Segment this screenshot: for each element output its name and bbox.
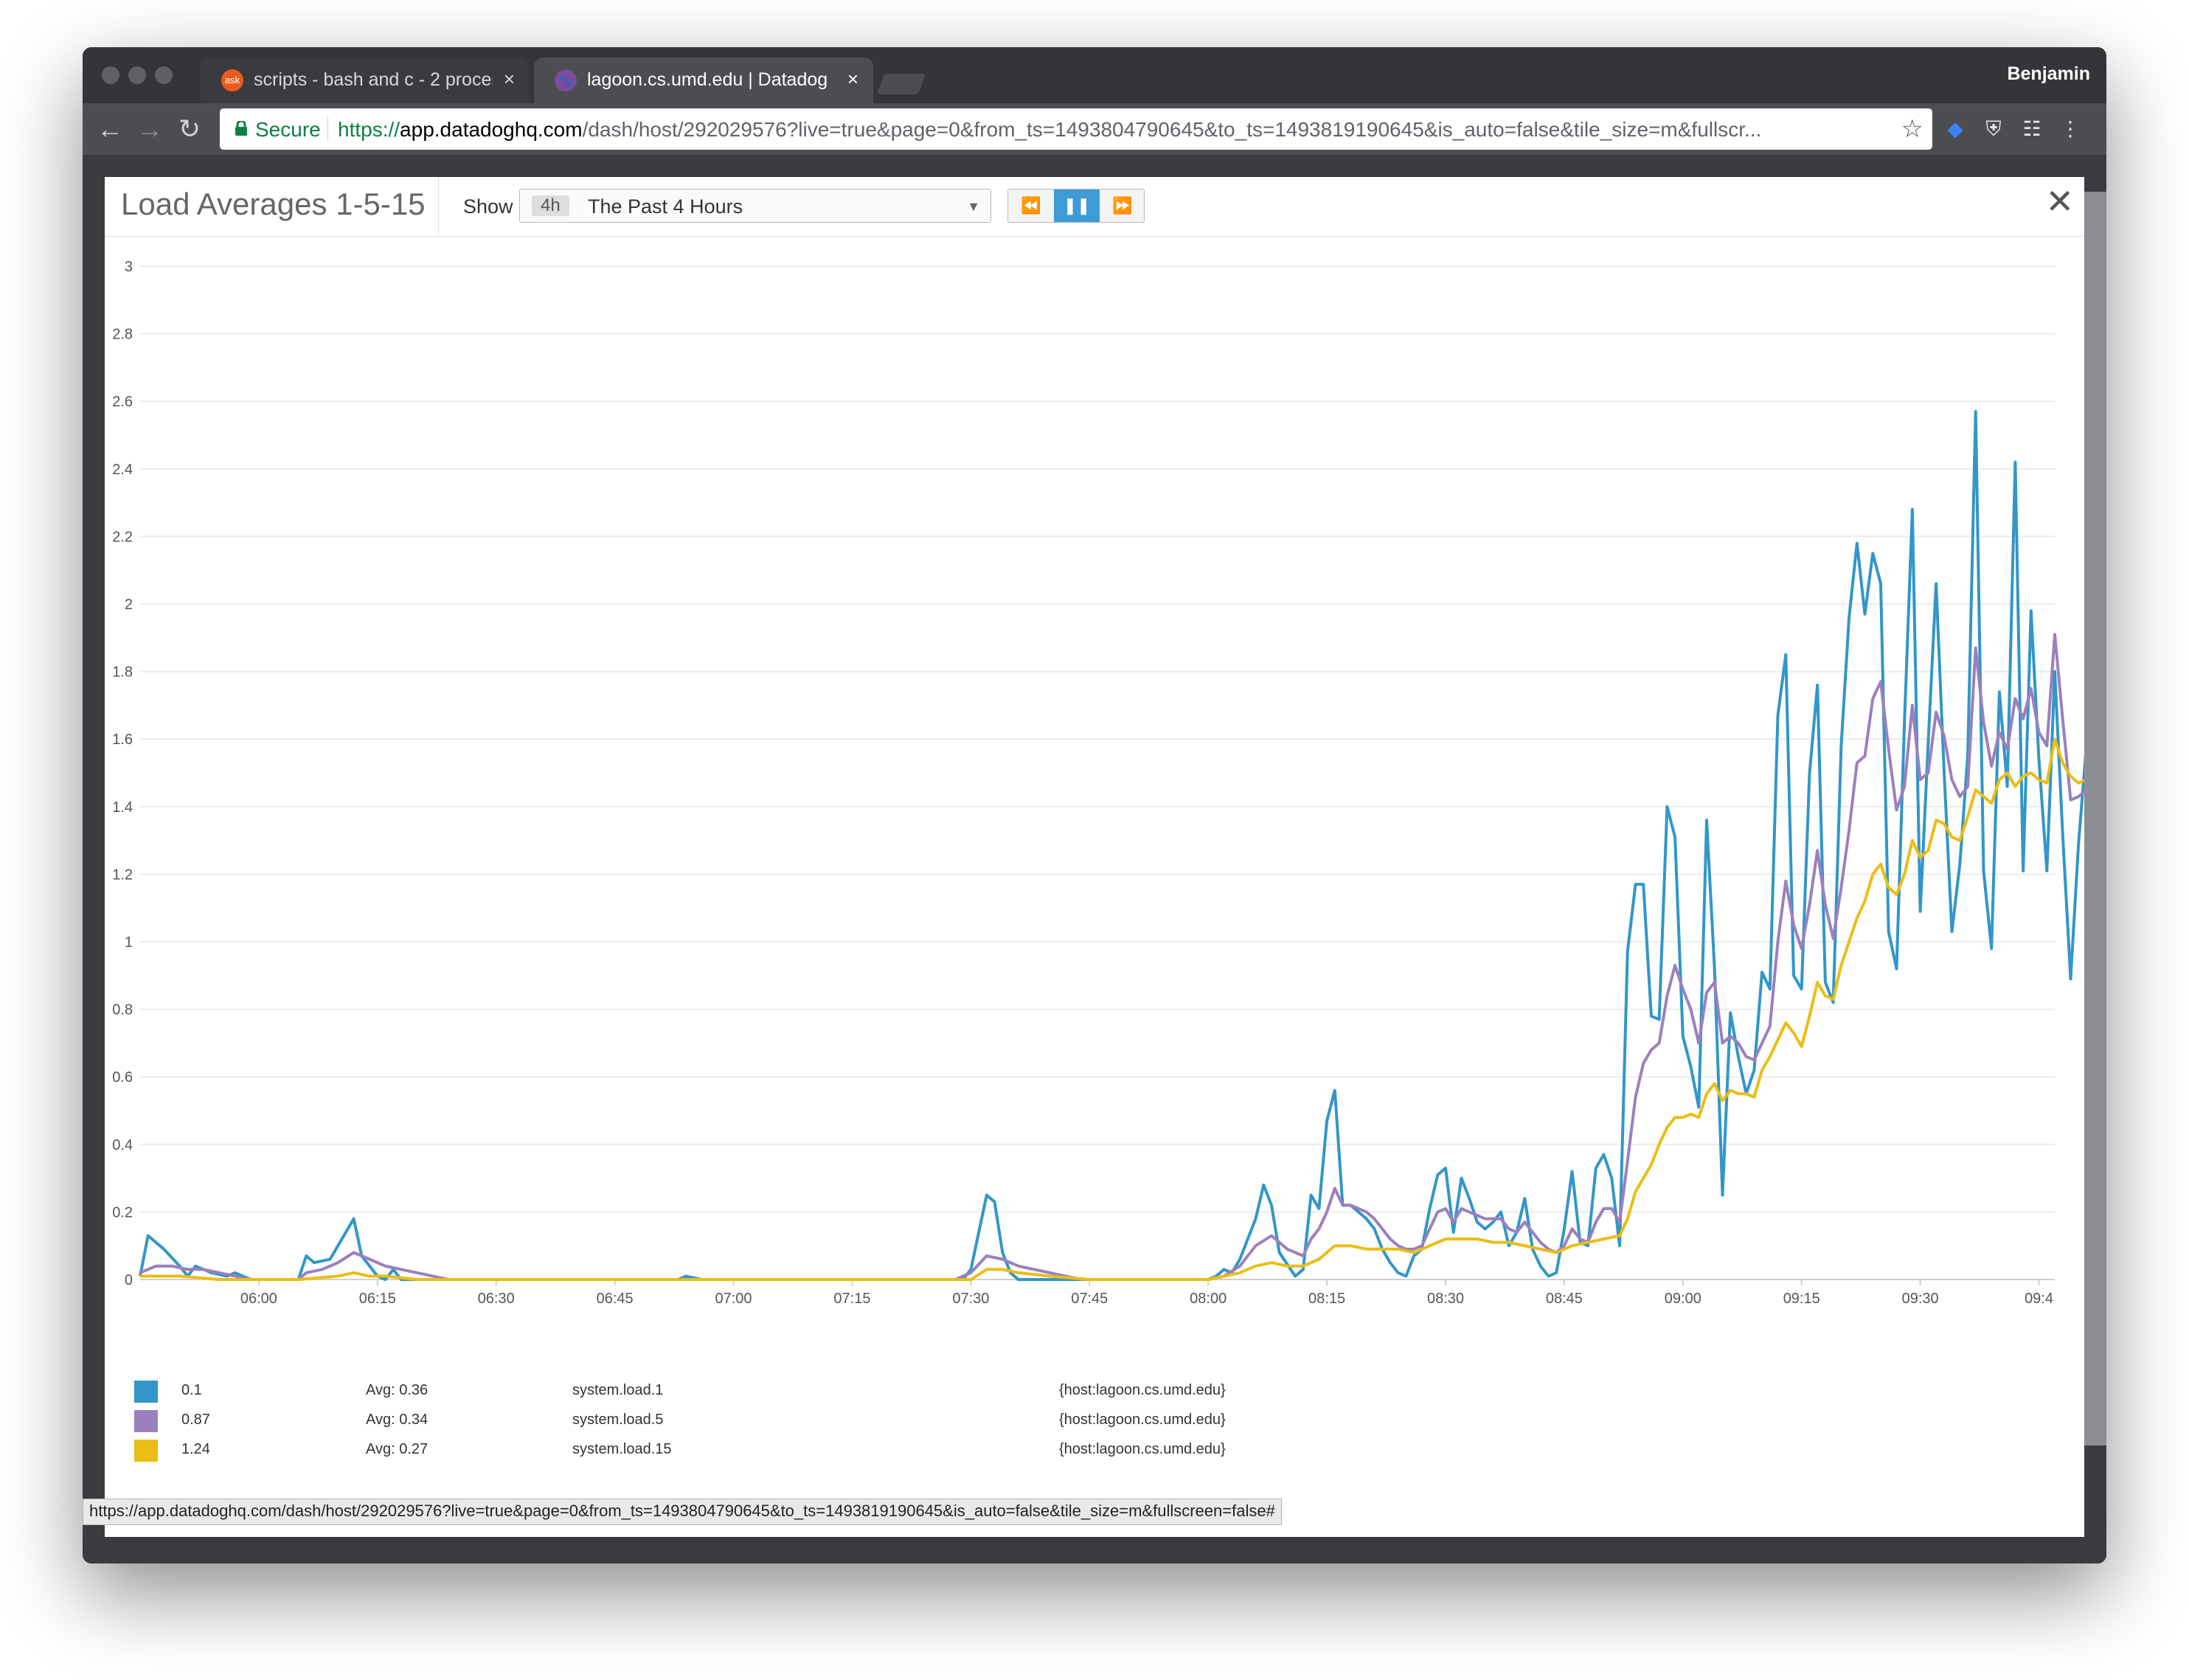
x-tick-label: 06:00 xyxy=(240,1291,277,1307)
shield-extension-icon[interactable]: ⛨ xyxy=(1982,117,2005,142)
rewind-icon[interactable]: ⏪ xyxy=(1008,190,1054,222)
legend-row[interactable]: 0.1 Avg: 0.36 system.load.1 {host:lagoon… xyxy=(105,1375,2084,1404)
y-tick-label: 0.4 xyxy=(112,1137,133,1153)
zoom-window-button[interactable] xyxy=(155,66,173,84)
back-arrow-icon[interactable]: ← xyxy=(91,111,128,147)
x-tick-label: 08:30 xyxy=(1427,1291,1464,1307)
chevron-down-icon: ▼ xyxy=(967,199,980,214)
x-tick-label: 07:30 xyxy=(952,1291,989,1307)
minimize-window-button[interactable] xyxy=(128,66,146,84)
omnibox-divider xyxy=(327,117,328,141)
y-tick-label: 3 xyxy=(125,259,133,275)
y-tick-label: 2.6 xyxy=(112,394,133,410)
x-tick-label: 09:4 xyxy=(2025,1291,2053,1307)
browser-window: ask scripts - bash and c - 2 processes ×… xyxy=(83,47,2106,1563)
x-tick-label: 07:00 xyxy=(715,1291,752,1307)
extension-blue-icon[interactable]: ◆ xyxy=(1944,117,1966,142)
secure-label: Secure xyxy=(255,118,321,141)
legend-scope: {host:lagoon.cs.umd.edu} xyxy=(1059,1412,1226,1428)
y-tick-label: 2.8 xyxy=(112,327,133,343)
y-tick-label: 0.6 xyxy=(112,1069,133,1086)
menu-kebab-icon[interactable]: ⋮ xyxy=(2059,117,2081,142)
browser-toolbar: ← → ↻ Secure https://app.datadoghq.com/d… xyxy=(83,103,2106,155)
bookmark-star-icon[interactable]: ☆ xyxy=(1901,114,1923,144)
url-text[interactable]: https://app.datadoghq.com/dash/host/2920… xyxy=(338,118,1864,142)
series-color-swatch xyxy=(134,1381,158,1403)
x-tick-label: 07:15 xyxy=(833,1291,870,1307)
legend-metric: system.load.5 xyxy=(572,1412,664,1428)
x-tick-label: 08:00 xyxy=(1190,1291,1227,1307)
tab-title: scripts - bash and c - 2 processes xyxy=(254,69,493,90)
tab-scripts[interactable]: ask scripts - bash and c - 2 processes × xyxy=(201,58,530,103)
ask-favicon-icon: ask xyxy=(221,69,243,91)
legend-average: Avg: 0.34 xyxy=(366,1412,429,1428)
y-tick-label: 0.2 xyxy=(112,1204,133,1221)
timeframe-select[interactable]: 4h The Past 4 Hours ▼ xyxy=(519,189,991,223)
x-tick-label: 06:30 xyxy=(478,1291,515,1307)
legend-metric: system.load.15 xyxy=(572,1441,672,1457)
load-average-chart[interactable]: 0 0.2 0.4 0.6 0.8 1 1.2 1.4 1.6 1.8 2 2.2 2.4 2.6 2.8 3… xyxy=(105,237,2106,1395)
series-color-swatch xyxy=(134,1440,158,1462)
fast-forward-icon[interactable]: ⏩ xyxy=(1100,190,1144,222)
document-icon[interactable]: ☷ xyxy=(2021,117,2043,142)
playback-controls: ⏪ ❚❚ ⏩ xyxy=(1007,189,1145,223)
pause-icon[interactable]: ❚❚ xyxy=(1054,190,1100,222)
show-label: Show xyxy=(463,195,513,218)
modal-title: Load Averages 1-5-15 xyxy=(121,187,426,221)
y-tick-label: 0 xyxy=(125,1272,133,1288)
x-tick-label: 09:30 xyxy=(1902,1291,1939,1307)
x-tick-label: 08:45 xyxy=(1546,1291,1583,1307)
y-tick-label: 2 xyxy=(125,597,133,613)
legend-current-value: 0.87 xyxy=(181,1412,210,1428)
tab-title: lagoon.cs.umd.edu | Datadog xyxy=(587,69,828,90)
y-tick-label: 0.8 xyxy=(112,1002,133,1018)
profile-name[interactable]: Benjamin xyxy=(2007,63,2090,85)
y-tick-label: 1 xyxy=(125,934,133,951)
forward-arrow-icon[interactable]: → xyxy=(131,111,168,147)
y-tick-label: 1.4 xyxy=(112,799,133,816)
new-tab-button[interactable] xyxy=(876,74,926,94)
x-tick-label: 09:15 xyxy=(1783,1291,1820,1307)
graph-fullscreen-modal: Load Averages 1-5-15 Show 4h The Past 4 … xyxy=(105,177,2106,1537)
y-tick-label: 2.4 xyxy=(112,462,133,478)
x-tick-label: 07:45 xyxy=(1071,1291,1108,1307)
x-tick-label: 08:15 xyxy=(1308,1291,1345,1307)
x-tick-label: 09:00 xyxy=(1665,1291,1701,1307)
tab-datadog[interactable]: 🐾 lagoon.cs.umd.edu | Datadog × xyxy=(534,58,873,103)
page-content: Load Averages 1-5-15 Show 4h The Past 4 … xyxy=(83,155,2106,1563)
title-divider xyxy=(438,177,439,236)
legend-average: Avg: 0.36 xyxy=(366,1382,429,1398)
timeframe-label: The Past 4 Hours xyxy=(588,195,743,218)
x-tick-label: 06:15 xyxy=(359,1291,396,1307)
y-tick-label: 2.2 xyxy=(112,529,133,545)
tab-close-icon[interactable]: × xyxy=(504,68,515,91)
legend-row[interactable]: 1.24 Avg: 0.27 system.load.15 {host:lago… xyxy=(105,1434,2084,1463)
legend-scope: {host:lagoon.cs.umd.edu} xyxy=(1059,1441,1226,1457)
reload-icon[interactable]: ↻ xyxy=(171,111,208,147)
tab-strip: ask scripts - bash and c - 2 processes ×… xyxy=(83,47,2106,103)
x-tick-label: 06:45 xyxy=(597,1291,634,1307)
datadog-icon: 🐾 xyxy=(555,69,577,91)
legend-metric: system.load.1 xyxy=(572,1382,664,1398)
y-tick-label: 1.6 xyxy=(112,732,133,748)
close-window-button[interactable] xyxy=(102,66,119,84)
legend-row[interactable]: 0.87 Avg: 0.34 system.load.5 {host:lagoo… xyxy=(105,1404,2084,1434)
page-scrollbar[interactable] xyxy=(2084,192,2106,1445)
legend-average: Avg: 0.27 xyxy=(366,1441,429,1457)
series-line-system-load-1 xyxy=(139,409,2106,1281)
close-icon[interactable]: ✕ xyxy=(2045,183,2074,220)
legend-current-value: 0.1 xyxy=(181,1382,202,1398)
address-bar[interactable]: Secure https://app.datadoghq.com/dash/ho… xyxy=(220,108,1932,150)
series-color-swatch xyxy=(134,1410,158,1432)
lock-icon xyxy=(235,121,247,136)
chart-legend: 0.1 Avg: 0.36 system.load.1 {host:lagoon… xyxy=(105,1375,2084,1478)
y-tick-label: 1.8 xyxy=(112,664,133,681)
timeframe-badge: 4h xyxy=(532,195,569,216)
legend-scope: {host:lagoon.cs.umd.edu} xyxy=(1059,1382,1226,1398)
tab-close-icon[interactable]: × xyxy=(847,68,858,91)
chart-svg: 0 0.2 0.4 0.6 0.8 1 1.2 1.4 1.6 1.8 2 2.2 2.4 2.6 2.8 3… xyxy=(112,259,2106,1307)
y-tick-label: 1.2 xyxy=(112,867,133,883)
link-status-bar: https://app.datadoghq.com/dash/host/2920… xyxy=(83,1499,1282,1525)
legend-current-value: 1.24 xyxy=(181,1441,210,1457)
